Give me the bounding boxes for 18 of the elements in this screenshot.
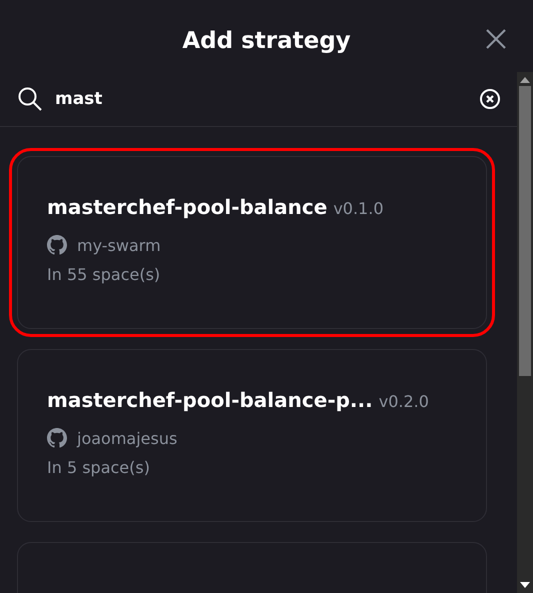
search-field[interactable]: mast bbox=[55, 84, 467, 114]
author-name: my-swarm bbox=[77, 236, 161, 254]
scroll-up-icon[interactable] bbox=[520, 77, 530, 83]
clear-button[interactable] bbox=[479, 88, 501, 110]
scroll-down-icon[interactable] bbox=[520, 582, 530, 588]
search-icon bbox=[17, 86, 43, 112]
strategy-name: masterchef-pool-balance-p... bbox=[47, 388, 373, 412]
github-icon bbox=[47, 428, 67, 448]
strategy-card[interactable]: masterchef-pool-balance-p... v0.2.0 joaomajesus In 5 space(s) bbox=[17, 349, 487, 522]
scrollbar[interactable] bbox=[517, 72, 533, 593]
space-count: In 55 space(s) bbox=[47, 265, 162, 284]
author-name: joaomajesus bbox=[77, 428, 178, 448]
dialog-title: Add strategy bbox=[182, 28, 351, 54]
strategy-version: v0.1.0 bbox=[333, 199, 384, 218]
space-count: In 5 space(s) bbox=[47, 458, 151, 477]
strategy-version: v0.2.0 bbox=[378, 392, 429, 411]
strategy-name: masterchef-pool-balance bbox=[47, 195, 328, 219]
github-icon bbox=[47, 235, 67, 255]
